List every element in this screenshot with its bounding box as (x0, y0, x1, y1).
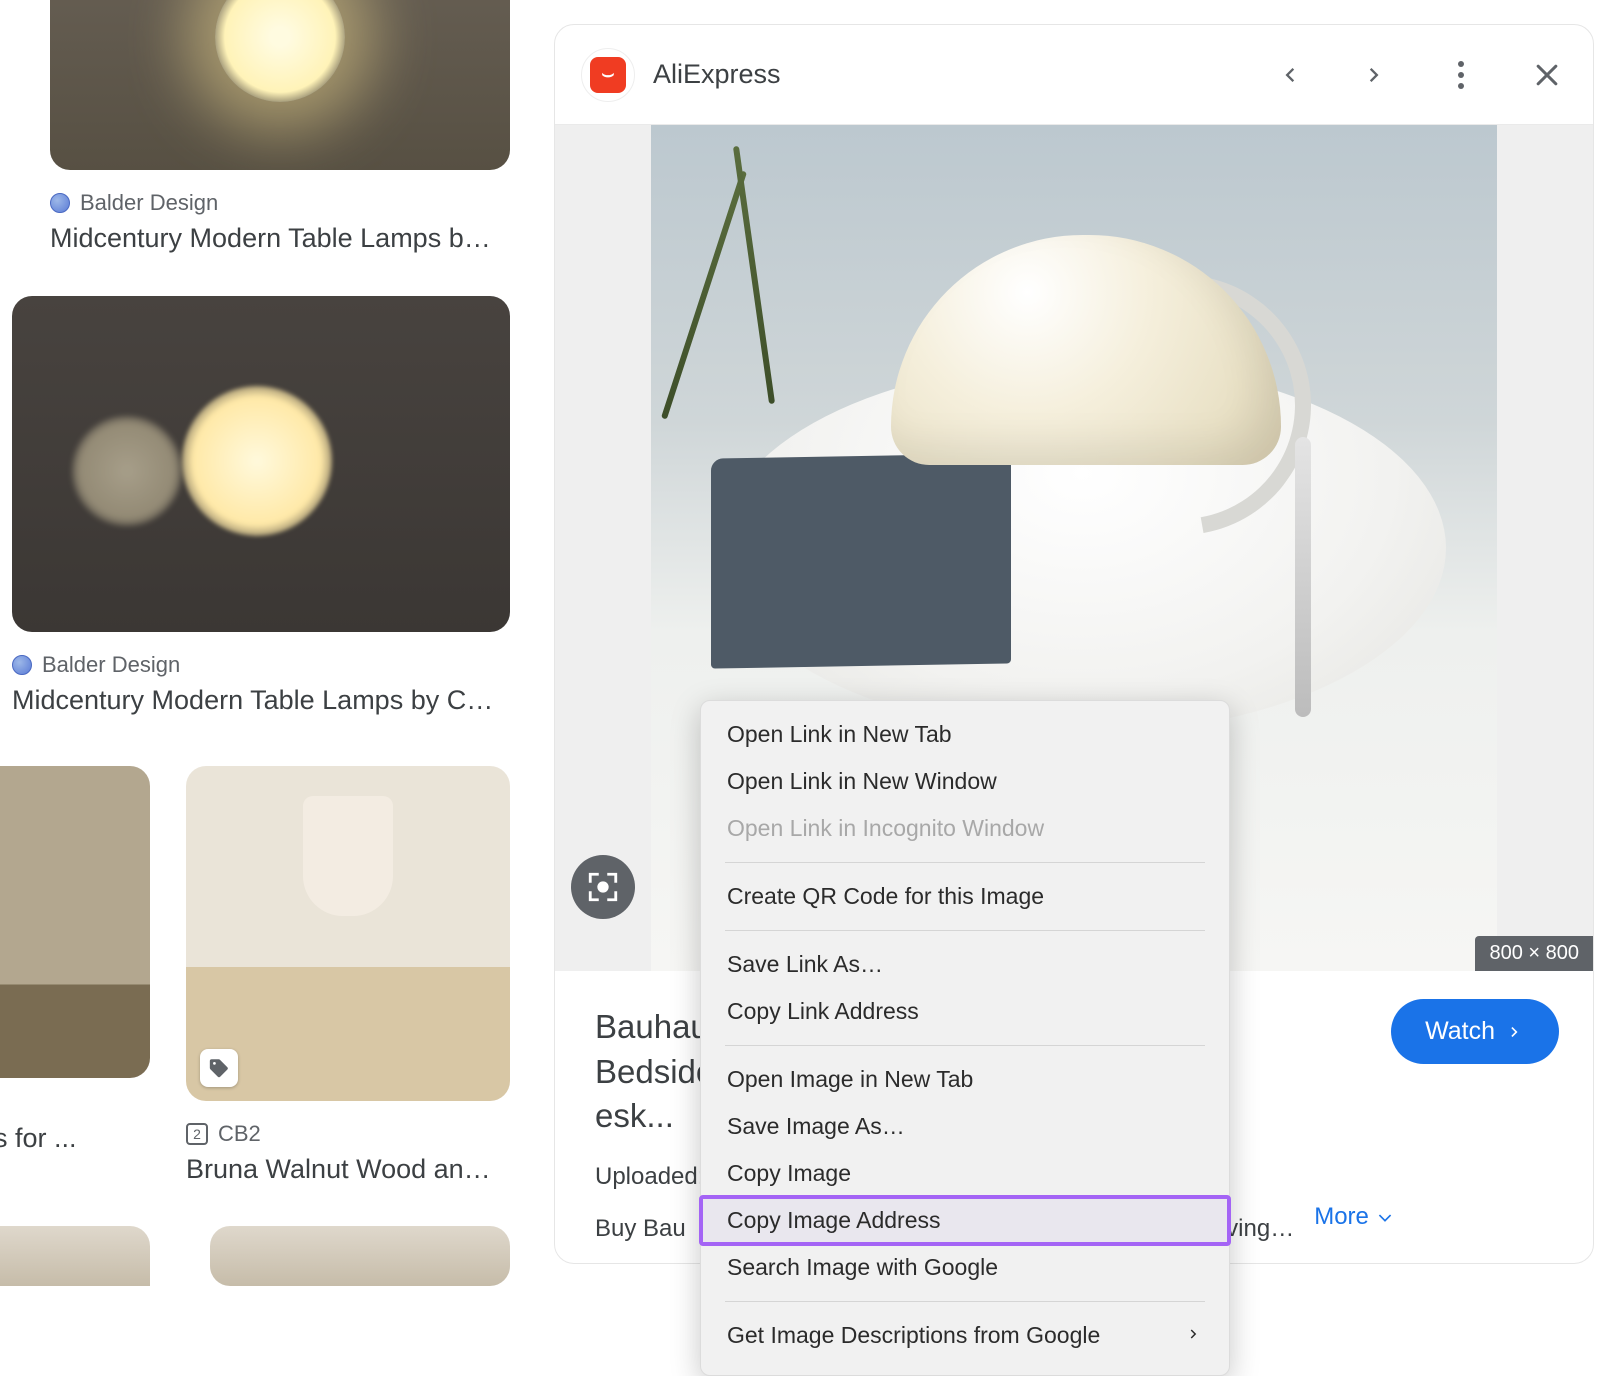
viewer-source-favicon[interactable]: ⌣ (581, 48, 635, 102)
more-options-button[interactable] (1441, 55, 1481, 95)
result-title[interactable]: s for ... (0, 1122, 150, 1156)
cm-open-link-incognito: Open Link in Incognito Window (701, 805, 1229, 852)
chevron-down-icon (1375, 1207, 1395, 1227)
result-thumbnail[interactable] (50, 0, 510, 170)
result-source-label: Balder Design (42, 652, 180, 678)
result-thumbnail[interactable] (0, 1226, 150, 1286)
google-lens-button[interactable] (571, 855, 635, 919)
result-title[interactable]: Midcentury Modern Table Lamps by C… (12, 684, 510, 718)
more-link-label: More (1314, 1203, 1369, 1231)
source-badge-icon: 2 (186, 1123, 208, 1145)
globe-icon (50, 193, 70, 213)
viewer-actions (1269, 55, 1567, 95)
result-source: Balder Design (12, 652, 510, 678)
cm-save-image-as[interactable]: Save Image As… (701, 1103, 1229, 1150)
result-title[interactable]: Midcentury Modern Table Lamps b… (50, 222, 510, 256)
vertical-dots-icon (1458, 61, 1464, 89)
result-source-label: CB2 (218, 1121, 261, 1147)
image-results-column: Balder Design Midcentury Modern Table La… (0, 0, 530, 1264)
result-thumbnail[interactable] (12, 296, 510, 632)
cm-separator (725, 930, 1205, 931)
result-thumbnail[interactable] (0, 766, 150, 1078)
watch-button-label: Watch (1425, 1017, 1495, 1046)
watch-button[interactable]: Watch (1391, 999, 1559, 1064)
chevron-right-icon (1361, 61, 1389, 89)
chevron-right-icon (1185, 1322, 1203, 1349)
result-item[interactable]: s for ... (0, 766, 150, 1156)
lens-icon (586, 870, 620, 904)
image-dimensions-badge: 800 × 800 (1475, 936, 1593, 971)
product-tag-icon[interactable] (200, 1049, 238, 1087)
more-link[interactable]: More (1314, 1203, 1395, 1231)
cm-copy-link-address[interactable]: Copy Link Address (701, 988, 1229, 1035)
cm-separator (725, 1045, 1205, 1046)
chevron-right-icon (1505, 1022, 1525, 1042)
result-source: Balder Design (50, 190, 510, 216)
context-menu: Open Link in New Tab Open Link in New Wi… (700, 700, 1230, 1376)
next-button[interactable] (1355, 55, 1395, 95)
result-source: 2 CB2 (186, 1121, 510, 1147)
cm-search-image-google[interactable]: Search Image with Google (701, 1244, 1229, 1291)
aliexpress-icon: ⌣ (590, 57, 626, 93)
cm-open-link-new-window[interactable]: Open Link in New Window (701, 758, 1229, 805)
cm-separator (725, 1301, 1205, 1302)
chevron-left-icon (1275, 61, 1303, 89)
prev-button[interactable] (1269, 55, 1309, 95)
cm-separator (725, 862, 1205, 863)
viewer-header: ⌣ AliExpress (555, 25, 1593, 125)
cm-copy-image-address[interactable]: Copy Image Address (701, 1197, 1229, 1244)
cm-get-image-descriptions[interactable]: Get Image Descriptions from Google (701, 1312, 1229, 1359)
cm-create-qr-code[interactable]: Create QR Code for this Image (701, 873, 1229, 920)
viewer-source-name[interactable]: AliExpress (653, 59, 781, 90)
close-button[interactable] (1527, 55, 1567, 95)
close-icon (1533, 61, 1561, 89)
result-thumbnail[interactable] (186, 766, 510, 1101)
cm-open-link-new-tab[interactable]: Open Link in New Tab (701, 711, 1229, 758)
cm-save-link-as[interactable]: Save Link As… (701, 941, 1229, 988)
result-title[interactable]: Bruna Walnut Wood an… (186, 1153, 510, 1187)
cm-copy-image[interactable]: Copy Image (701, 1150, 1229, 1197)
globe-icon (12, 655, 32, 675)
cm-open-image-new-tab[interactable]: Open Image in New Tab (701, 1056, 1229, 1103)
result-item[interactable]: 2 CB2 Bruna Walnut Wood an… (186, 766, 510, 1187)
result-item[interactable]: Balder Design Midcentury Modern Table La… (12, 296, 510, 718)
result-thumbnail[interactable] (210, 1226, 510, 1286)
result-source-label: Balder Design (80, 190, 218, 216)
result-item[interactable] (0, 1226, 150, 1286)
result-item[interactable]: Balder Design Midcentury Modern Table La… (50, 0, 510, 256)
result-item[interactable] (210, 1226, 510, 1286)
